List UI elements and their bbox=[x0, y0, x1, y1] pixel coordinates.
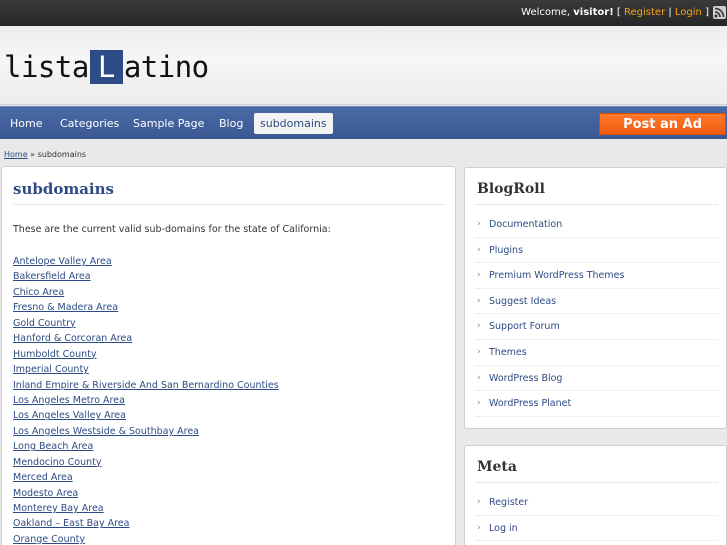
subdomain-link[interactable]: Chico Area bbox=[13, 285, 279, 300]
subdomain-link[interactable]: Long Beach Area bbox=[13, 439, 279, 454]
login-link[interactable]: Login bbox=[675, 7, 702, 18]
subdomain-link[interactable]: Gold Country bbox=[13, 316, 279, 331]
title-divider bbox=[13, 204, 445, 205]
chevron-right-icon: › bbox=[477, 497, 481, 507]
subdomain-link[interactable]: Antelope Valley Area bbox=[13, 254, 279, 269]
subdomain-link[interactable]: Orange County bbox=[13, 532, 279, 545]
main-content: subdomains These are the current valid s… bbox=[1, 166, 456, 545]
blogroll-label: Support Forum bbox=[489, 321, 560, 333]
subdomain-link[interactable]: Fresno & Madera Area bbox=[13, 300, 279, 315]
blogroll-item[interactable]: › WordPress Planet bbox=[475, 391, 718, 417]
welcome-prefix: Welcome, bbox=[521, 7, 574, 18]
blogroll-item[interactable]: › Support Forum bbox=[475, 314, 718, 340]
subdomain-link[interactable]: Oakland – East Bay Area bbox=[13, 516, 279, 531]
chevron-right-icon: › bbox=[477, 372, 481, 383]
meta-list: › Register › Log in bbox=[475, 490, 718, 542]
meta-label: Log in bbox=[489, 522, 518, 534]
site-logo[interactable]: lista Latino bbox=[4, 50, 209, 84]
meta-label: Register bbox=[489, 497, 529, 508]
username: visitor! bbox=[573, 7, 614, 18]
subdomain-link[interactable]: Mendocino County bbox=[13, 455, 279, 470]
breadcrumb-home[interactable]: Home bbox=[4, 150, 28, 159]
top-separator: | bbox=[665, 7, 675, 18]
nav-categories[interactable]: Categories bbox=[54, 113, 125, 134]
breadcrumb-current: subdomains bbox=[37, 150, 87, 159]
welcome-text: Welcome, visitor! [ Register | Login ] bbox=[521, 7, 709, 18]
subdomain-link[interactable]: Imperial County bbox=[13, 362, 279, 377]
logo-part1: lista bbox=[4, 50, 89, 84]
chevron-right-icon: › bbox=[477, 244, 481, 255]
subdomain-link[interactable]: Humboldt County bbox=[13, 347, 279, 362]
blogroll-label: Suggest Ideas bbox=[489, 295, 557, 307]
logo-boxed-letter: L bbox=[89, 50, 123, 84]
subdomain-link[interactable]: Hanford & Corcoran Area bbox=[13, 331, 279, 346]
subdomain-list: Antelope Valley Area Bakersfield Area Ch… bbox=[13, 254, 279, 545]
chevron-right-icon: › bbox=[477, 398, 481, 409]
register-link[interactable]: Register bbox=[624, 7, 665, 18]
bracket-open: [ bbox=[613, 7, 625, 18]
blogroll-label: Documentation bbox=[489, 219, 563, 230]
blogroll-list: › Documentation › Plugins › Premium WordPre… bbox=[475, 212, 718, 417]
subdomain-link[interactable]: Monterey Bay Area bbox=[13, 501, 279, 516]
breadcrumb-sep: » bbox=[27, 150, 38, 159]
blogroll-label: WordPress Planet bbox=[489, 398, 572, 410]
bracket-close: ] bbox=[701, 7, 709, 18]
nav-blog[interactable]: Blog bbox=[213, 113, 249, 134]
chevron-right-icon: › bbox=[477, 522, 481, 533]
meta-item-register[interactable]: › Register bbox=[475, 490, 718, 516]
subdomain-link[interactable]: Modesto Area bbox=[13, 486, 279, 501]
chevron-right-icon: › bbox=[477, 321, 481, 332]
logo-part2: atino bbox=[123, 50, 209, 84]
blogroll-item[interactable]: › Documentation bbox=[475, 212, 718, 238]
page-title: subdomains bbox=[13, 180, 114, 198]
blogroll-label: Premium WordPress Themes bbox=[489, 270, 625, 282]
meta-item-login[interactable]: › Log in bbox=[475, 516, 718, 542]
blogroll-title: BlogRoll bbox=[477, 181, 545, 197]
chevron-right-icon: › bbox=[477, 295, 481, 306]
blogroll-label: Plugins bbox=[489, 244, 524, 256]
blogroll-widget: BlogRoll › Documentation › Plugins › Premiu… bbox=[464, 167, 727, 429]
intro-text: These are the current valid sub-domains … bbox=[13, 224, 331, 235]
subdomain-link[interactable]: Merced Area bbox=[13, 470, 279, 485]
chevron-right-icon: › bbox=[477, 270, 481, 281]
blogroll-item[interactable]: › Themes bbox=[475, 340, 718, 366]
meta-title: Meta bbox=[477, 459, 517, 475]
top-bar: Welcome, visitor! [ Register | Login ] bbox=[0, 0, 727, 26]
subdomain-link[interactable]: Bakersfield Area bbox=[13, 269, 279, 284]
nav-home[interactable]: Home bbox=[4, 113, 48, 134]
subdomain-link[interactable]: Los Angeles Valley Area bbox=[13, 408, 279, 423]
meta-widget: Meta › Register › Log in bbox=[464, 445, 727, 545]
blogroll-label: WordPress Blog bbox=[489, 372, 563, 384]
subdomain-link[interactable]: Los Angeles Westside & Southbay Area bbox=[13, 424, 279, 439]
site-header: lista Latino bbox=[0, 26, 727, 105]
main-nav: Home Categories Sample Page Blog subdoma… bbox=[0, 106, 727, 139]
subdomain-link[interactable]: Los Angeles Metro Area bbox=[13, 393, 279, 408]
nav-sample-page[interactable]: Sample Page bbox=[127, 113, 210, 134]
nav-subdomains[interactable]: subdomains bbox=[254, 113, 333, 134]
blogroll-item[interactable]: › Plugins bbox=[475, 238, 718, 264]
blogroll-item[interactable]: › Suggest Ideas bbox=[475, 289, 718, 315]
blogroll-divider bbox=[475, 204, 718, 205]
chevron-right-icon: › bbox=[477, 346, 481, 357]
chevron-right-icon: › bbox=[477, 219, 481, 229]
breadcrumb: Home » subdomains bbox=[4, 150, 86, 159]
blogroll-item[interactable]: › Premium WordPress Themes bbox=[475, 263, 718, 289]
subdomain-link[interactable]: Inland Empire & Riverside And San Bernar… bbox=[13, 378, 279, 393]
post-ad-button[interactable]: Post an Ad bbox=[599, 113, 726, 135]
blogroll-item[interactable]: › WordPress Blog bbox=[475, 366, 718, 392]
meta-divider bbox=[475, 482, 718, 483]
rss-icon[interactable] bbox=[713, 6, 726, 19]
blogroll-label: Themes bbox=[489, 346, 527, 358]
